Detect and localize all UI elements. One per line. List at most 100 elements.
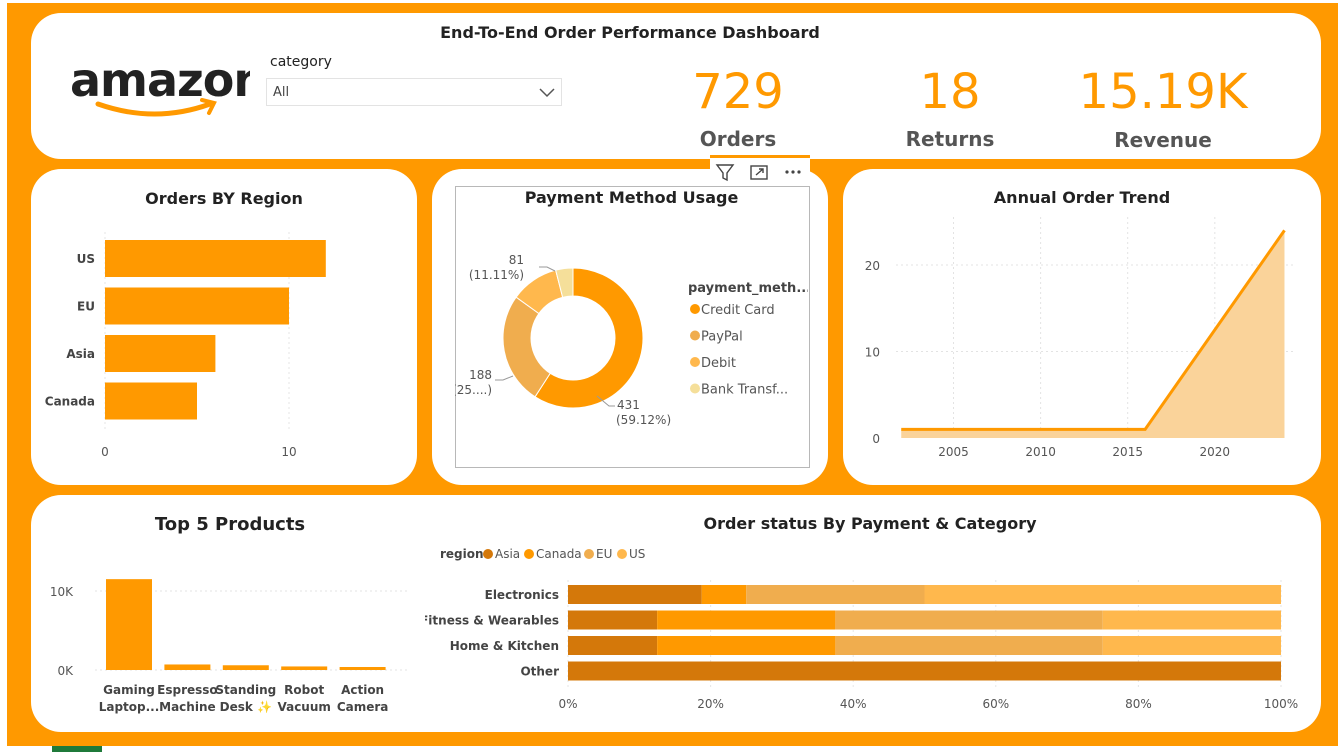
tick-label: 2010 [1025, 445, 1056, 459]
bar [339, 666, 386, 670]
category-label: Canada [45, 395, 95, 409]
legend-label: PayPal [701, 330, 743, 345]
bar [105, 287, 289, 325]
kpi-returns-value: 18 [919, 64, 981, 120]
annual-trend-title: Annual Order Trend [993, 188, 1171, 207]
bar [222, 665, 269, 670]
category-label: US [77, 252, 95, 266]
data-label-pct: (25....) [455, 383, 492, 397]
tick-label: 10 [281, 445, 296, 459]
category-label: Camera [337, 700, 389, 714]
category-label: Home & Kitchen [450, 639, 559, 653]
legend-marker [524, 549, 534, 559]
annual-trend-chart: 0 10 20 2005 2010 2015 2020 [865, 217, 1293, 459]
category-filter-value: All [273, 85, 290, 100]
stacked-segment [657, 610, 836, 630]
payment-method-title: Payment Method Usage [524, 188, 739, 207]
bar [105, 335, 216, 372]
focus-mode-icon[interactable] [748, 161, 770, 183]
bar [105, 240, 326, 277]
dashboard-title: End-To-End Order Performance Dashboard [440, 23, 820, 42]
area-fill [901, 230, 1285, 438]
legend-title: payment_meth... [688, 281, 808, 296]
more-options-icon[interactable] [782, 161, 804, 183]
leader-line [495, 375, 514, 381]
tick-label: 60% [982, 697, 1009, 711]
legend-label: Bank Transf... [701, 383, 788, 398]
category-label: Fitness & Wearables [425, 614, 559, 628]
stacked-segment [835, 610, 1103, 630]
tick-label: 80% [1125, 697, 1152, 711]
stacked-segment [1102, 610, 1281, 630]
kpi-orders-value: 729 [692, 64, 784, 120]
category-label: Action [341, 683, 384, 697]
data-label-value: 431 [617, 398, 640, 412]
tick-label: 0 [872, 432, 880, 446]
leader-line [539, 266, 556, 272]
category-label: Laptop... [99, 700, 160, 714]
bar [105, 382, 197, 420]
orders-by-region-title: Orders BY Region [145, 189, 303, 208]
tick-label: 0 [101, 445, 109, 459]
category-filter-label: category [270, 54, 332, 70]
legend-marker [617, 549, 627, 559]
data-label-value: 81 [509, 253, 524, 267]
payment-method-chart: 431(59.12%) 188(25....) 81(11.11%) payment_… [455, 253, 808, 427]
tick-label: 2005 [938, 445, 969, 459]
kpi-revenue-value: 15.19K [1078, 64, 1248, 120]
stacked-segment [1102, 636, 1281, 655]
orders-by-region-chart: US EU Asia Canada 0 10 [45, 232, 326, 459]
stacked-segment [835, 636, 1103, 655]
order-status-title: Order status By Payment & Category [703, 514, 1037, 533]
stacked-segment [568, 585, 702, 604]
kpi-returns-label: Returns [905, 127, 995, 151]
stacked-segment [568, 610, 658, 630]
chevron-down-icon [539, 88, 555, 98]
stacked-segment [568, 636, 658, 655]
tick-label: 20 [865, 259, 880, 273]
stacked-segment [924, 585, 1281, 604]
category-label: Other [520, 665, 559, 679]
category-label: Espresso [157, 683, 218, 697]
legend-marker [584, 549, 594, 559]
tick-label: 100% [1264, 697, 1298, 711]
legend-label: Debit [701, 356, 736, 371]
data-label-pct: (59.12%) [616, 413, 671, 427]
top-products-chart: 10K 0K Gaming Laptop... Espresso Machine Stand… [50, 579, 410, 714]
legend-marker [690, 330, 700, 341]
category-label: Desk ✨ [220, 700, 272, 714]
legend-marker [690, 383, 700, 394]
category-filter-dropdown[interactable]: All [266, 78, 562, 106]
legend-label: Asia [495, 547, 520, 561]
category-label: EU [77, 300, 95, 314]
bar [106, 579, 152, 670]
legend-label: US [629, 547, 645, 561]
amazon-logo-svg: amazon [70, 53, 266, 117]
legend-marker [690, 304, 700, 314]
tick-label: 20% [697, 697, 724, 711]
data-label-pct: (11.11%) [469, 268, 524, 282]
stacked-segment [746, 585, 925, 604]
stacked-segment [701, 585, 747, 604]
stacked-segment [568, 661, 1281, 681]
category-label: Machine [159, 700, 216, 714]
category-label: Robot [284, 683, 324, 697]
amazon-logo: amazon [70, 53, 266, 122]
donut-slice [502, 296, 551, 398]
legend-label: EU [596, 547, 612, 561]
category-label: Vacuum [277, 700, 330, 714]
bar [281, 666, 328, 670]
legend-label: Canada [536, 547, 582, 561]
category-label: Gaming [103, 683, 155, 697]
filter-icon[interactable] [714, 161, 736, 183]
amazon-logo-text: amazon [70, 56, 250, 107]
category-label: Electronics [485, 588, 559, 602]
kpi-revenue-label: Revenue [1114, 128, 1212, 152]
legend-title: region [440, 547, 484, 561]
tick-label: 10K [50, 585, 74, 599]
tick-label: 2015 [1112, 445, 1143, 459]
stacked-segment [657, 636, 836, 655]
tick-label: 10 [865, 346, 880, 360]
tick-label: 40% [840, 697, 867, 711]
taskbar-fragment [52, 746, 102, 752]
